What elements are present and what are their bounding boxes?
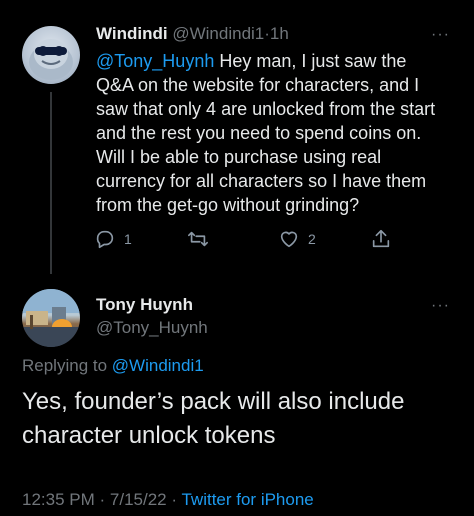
separator: · [171,490,178,509]
more-options-icon[interactable]: ··· [431,297,450,315]
retweet-button[interactable] [186,228,218,250]
like-button[interactable]: 2 [278,228,316,250]
tweet-text: @Tony_Huynh Hey man, I just saw the Q&A … [96,49,446,217]
tweet-body: Yes, founder’s pack will also include ch… [22,388,405,449]
tweet-source[interactable]: Twitter for iPhone [181,490,313,509]
retweet-icon [188,231,208,247]
replying-to-link[interactable]: @Windindi1 [112,356,204,375]
avatar-image [22,289,80,347]
main-tweet[interactable]: Tony Huynh @Tony_Huynh ··· Replying to @… [0,275,474,516]
tweet-actions: 1 2 [94,228,394,252]
reply-button[interactable]: 1 [94,228,132,250]
timestamp[interactable]: 1h [270,24,289,43]
separator: · [99,490,106,509]
tweet-date[interactable]: 7/15/22 [110,490,167,509]
reply-count: 1 [124,231,132,247]
thread-line [50,92,52,274]
avatar[interactable] [22,289,80,347]
share-icon [372,229,390,248]
reply-tweet[interactable]: Windindi @Windindi1·1h ··· @Tony_Huynh H… [0,0,474,274]
display-name[interactable]: Tony Huynh [96,295,193,315]
replying-prefix: Replying to [22,356,112,375]
replying-to: Replying to @Windindi1 [22,356,204,376]
handle[interactable]: @Windindi1 [172,24,264,43]
avatar[interactable] [22,26,80,84]
mention-link[interactable]: @Tony_Huynh [96,51,214,71]
like-count: 2 [308,231,316,247]
tweet-body: Hey man, I just saw the Q&A on the websi… [96,51,436,215]
tweet-time[interactable]: 12:35 PM [22,490,95,509]
handle[interactable]: @Tony_Huynh [96,318,208,338]
like-icon [280,231,298,248]
more-options-icon[interactable]: ··· [431,26,450,44]
avatar-image [29,39,73,80]
display-name[interactable]: Windindi [96,24,168,43]
tweet-meta: 12:35 PM · 7/15/22 · Twitter for iPhone [22,490,314,510]
share-button[interactable] [370,228,392,250]
reply-icon [96,230,114,249]
reply-tweet-header: Windindi @Windindi1·1h [96,24,289,44]
